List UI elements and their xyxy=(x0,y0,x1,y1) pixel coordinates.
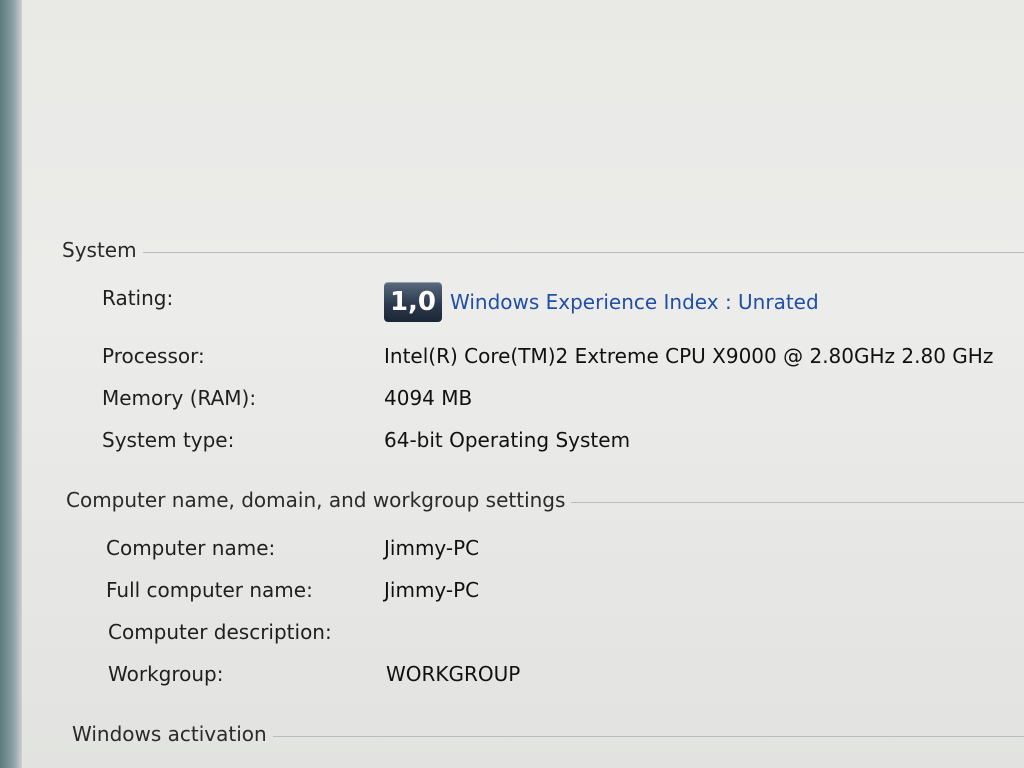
memory-row: Memory (RAM): 4094 MB xyxy=(22,386,1024,416)
section-divider xyxy=(272,735,1024,737)
rating-row: Rating: 1,0 Windows Experience Index : Un… xyxy=(22,282,1024,322)
rating-label: Rating: xyxy=(102,286,174,310)
windows-activation-section-title: Windows activation xyxy=(72,722,267,746)
system-properties-panel: System Rating: 1,0 Windows Experience Ind… xyxy=(22,0,1024,768)
workgroup-row: Workgroup: WORKGROUP xyxy=(22,662,1024,692)
computer-name-section-title: Computer name, domain, and workgroup set… xyxy=(66,488,566,512)
processor-row: Processor: Intel(R) Core(TM)2 Extreme CP… xyxy=(22,344,1024,374)
processor-label: Processor: xyxy=(102,344,205,368)
section-divider xyxy=(571,501,1024,503)
processor-value: Intel(R) Core(TM)2 Extreme CPU X9000 @ 2… xyxy=(384,344,994,368)
computer-name-row: Computer name: Jimmy-PC xyxy=(22,536,1024,566)
section-divider xyxy=(142,251,1024,253)
workgroup-value: WORKGROUP xyxy=(386,662,521,686)
computer-description-row: Computer description: xyxy=(22,620,1024,650)
computer-name-label: Computer name: xyxy=(106,536,276,560)
memory-value: 4094 MB xyxy=(384,386,473,410)
rating-value-group: 1,0 Windows Experience Index : Unrated xyxy=(384,282,819,322)
full-computer-name-value: Jimmy-PC xyxy=(384,578,480,602)
windows-experience-index-link[interactable]: Windows Experience Index : Unrated xyxy=(450,290,819,314)
windows-experience-index-badge-icon[interactable]: 1,0 xyxy=(384,282,442,322)
system-type-value: 64-bit Operating System xyxy=(384,428,631,452)
system-type-label: System type: xyxy=(102,428,235,452)
window-left-edge xyxy=(0,0,22,768)
full-computer-name-label: Full computer name: xyxy=(106,578,313,602)
system-type-row: System type: 64-bit Operating System xyxy=(22,428,1024,458)
system-section-title: System xyxy=(62,238,137,262)
memory-label: Memory (RAM): xyxy=(102,386,257,410)
workgroup-label: Workgroup: xyxy=(108,662,224,686)
system-section-header: System xyxy=(62,238,1024,262)
computer-name-value: Jimmy-PC xyxy=(384,536,480,560)
computer-description-label: Computer description: xyxy=(108,620,332,644)
computer-name-section-header: Computer name, domain, and workgroup set… xyxy=(66,488,1024,512)
full-computer-name-row: Full computer name: Jimmy-PC xyxy=(22,578,1024,608)
windows-activation-section-header: Windows activation xyxy=(72,722,1024,746)
